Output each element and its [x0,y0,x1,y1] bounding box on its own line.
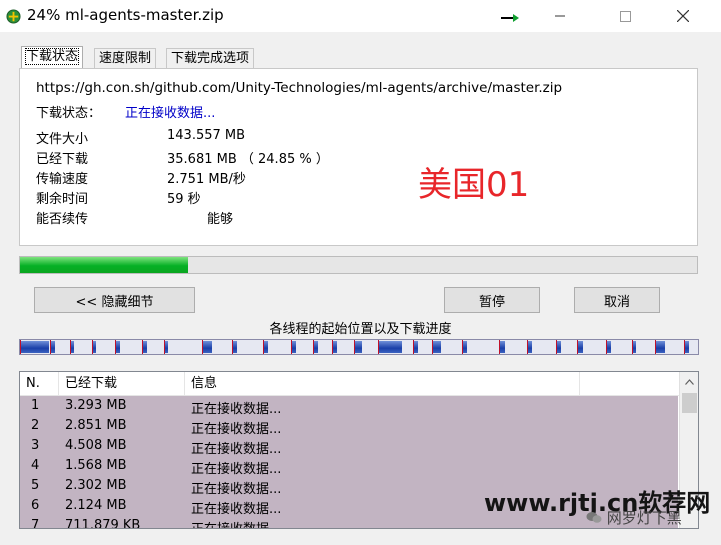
speed-value: 2.751 MB/秒 [167,172,246,187]
time-left-label: 剩余时间 [36,192,89,207]
row-number: 4 [31,458,40,473]
tab-label: 速度限制 [99,51,152,66]
overall-progress-bar [19,256,698,274]
row-downloaded: 4.508 MB [65,438,127,453]
thread-progress-fill [333,341,337,353]
file-size-label: 文件大小 [36,132,89,147]
download-url: https://gh.con.sh/github.com/Unity-Techn… [36,80,563,96]
window-title: 24% ml-agents-master.zip [27,6,224,24]
thread-progress-fill [233,341,237,353]
thread-progress-fill [93,341,96,353]
thread-progress-fill [292,341,296,353]
row-number: 3 [31,438,40,453]
wechat-watermark-text: 网罗灯下黑 [606,509,682,527]
tab-label: 下载完成选项 [171,51,250,66]
row-info: 正在接收数据... [191,402,282,417]
thread-progress-fill [21,341,49,353]
list-header: N. 已经下载 信息 [20,372,680,396]
row-number: 1 [31,398,40,413]
thread-progress-fill [314,341,318,353]
thread-progress-fill [433,341,441,353]
thread-progress-fill [500,341,505,353]
time-left-value: 59 秒 [167,192,201,207]
app-icon [6,9,21,24]
row-downloaded: 3.293 MB [65,398,127,413]
table-row[interactable]: 4 1.568 MB 正在接收数据... [20,456,678,477]
table-row[interactable]: 3 4.508 MB 正在接收数据... [20,436,678,457]
row-downloaded: 2.124 MB [65,498,127,513]
thread-progress-fill [656,341,665,353]
cancel-button[interactable]: 取消 [574,287,660,313]
row-info: 正在接收数据... [191,518,281,528]
row-info: 正在接收数据... [191,502,282,517]
downloaded-value: 35.681 MB （ 24.85 % ） [167,152,329,167]
row-number: 5 [31,478,40,493]
tab-download-status[interactable]: 下载状态 [21,46,84,68]
row-number: 6 [31,498,40,513]
server-overlay-text: 美国01 [418,165,530,205]
close-icon [677,10,689,22]
threads-caption: 各线程的起始位置以及下载进度 [269,322,452,337]
row-downloaded: 711.879 KB [65,518,141,529]
details-panel: https://gh.con.sh/github.com/Unity-Techn… [19,68,698,246]
close-button[interactable] [660,0,706,32]
scroll-thumb[interactable] [682,393,697,413]
column-header-number[interactable]: N. [20,372,59,395]
downloaded-label: 已经下载 [36,152,89,167]
thread-progress-fill [71,341,74,353]
thread-progress-fill [379,341,402,353]
thread-progress-fill [607,341,611,353]
row-info: 正在接收数据... [191,482,282,497]
row-info: 正在接收数据... [191,442,282,457]
tab-speed-limit[interactable]: 速度限制 [94,48,157,68]
row-info: 正在接收数据... [191,462,282,477]
thread-progress-bar [19,339,699,355]
arrow-icon [501,14,519,22]
minimize-icon [555,15,565,17]
status-value: 正在接收数据... [125,106,216,121]
thread-progress-fill [203,341,212,353]
minimize-button[interactable] [537,0,583,32]
file-size-value: 143.557 MB [167,128,246,143]
hide-details-button[interactable]: << 隐藏细节 [34,287,195,313]
wechat-watermark: 网罗灯下黑 [586,507,682,528]
status-label: 下载状态： [36,106,102,121]
maximize-button[interactable] [602,0,648,32]
row-downloaded: 1.568 MB [65,458,127,473]
column-header-downloaded[interactable]: 已经下载 [59,372,185,395]
table-row[interactable]: 2 2.851 MB 正在接收数据... [20,416,678,437]
thread-progress-fill [633,341,636,353]
table-row[interactable]: 1 3.293 MB 正在接收数据... [20,396,678,417]
thread-progress-fill [116,341,120,353]
row-number: 7 [31,518,40,529]
progress-fill [20,257,189,273]
thread-progress-fill [414,341,418,353]
column-header-info[interactable]: 信息 [185,372,580,395]
thread-progress-fill [143,341,147,353]
thread-progress-fill [557,341,561,353]
pause-button[interactable]: 暂停 [444,287,540,313]
thread-progress-fill [578,341,583,353]
speed-label: 传输速度 [36,172,89,187]
chevron-up-icon [685,378,694,385]
resume-label: 能否续传 [36,212,89,227]
resume-value: 能够 [207,212,234,227]
thread-progress-fill [51,341,55,353]
row-info: 正在接收数据... [191,422,282,437]
thread-progress-fill [264,341,268,353]
row-downloaded: 2.851 MB [65,418,127,433]
scroll-up-button[interactable] [680,372,698,391]
row-downloaded: 2.302 MB [65,478,127,493]
thread-progress-fill [165,341,168,353]
thread-progress-fill [463,341,467,353]
thread-progress-fill [685,341,689,353]
thread-progress-fill [528,341,532,353]
thread-progress-fill [355,341,362,353]
tab-label: 下载状态 [24,48,80,65]
tab-completion-options[interactable]: 下载完成选项 [166,48,255,68]
wechat-icon [586,512,602,523]
maximize-icon [619,10,631,22]
title-bar[interactable]: 24% ml-agents-master.zip [0,0,721,32]
row-number: 2 [31,418,40,433]
